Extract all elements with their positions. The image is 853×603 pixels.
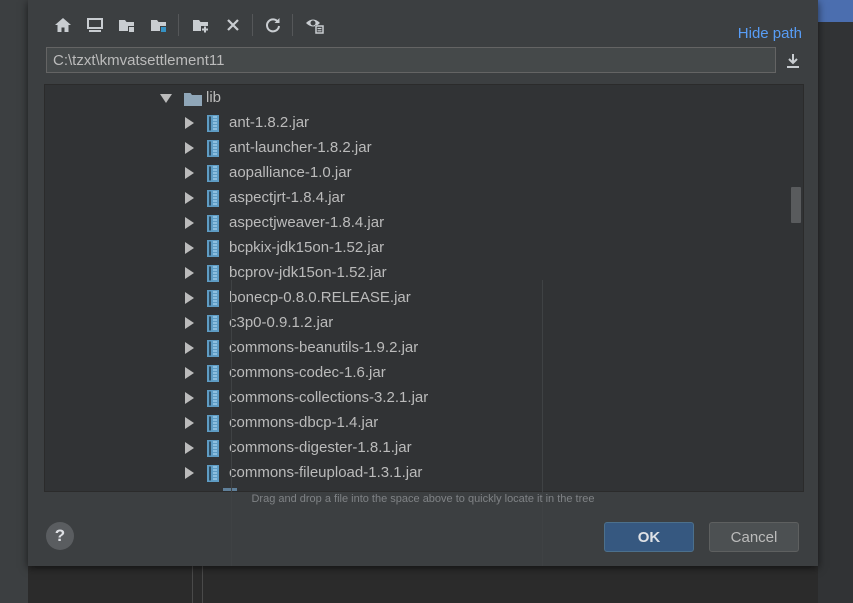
toolbar-separator bbox=[292, 14, 293, 36]
delete-icon[interactable] bbox=[220, 12, 246, 38]
tree-item-label: ant-1.8.2.jar bbox=[229, 114, 310, 131]
tree-scrollbar[interactable] bbox=[791, 187, 801, 223]
tree-item-label: bonecp-0.8.0.RELEASE.jar bbox=[229, 289, 411, 306]
tree-row[interactable]: commons-digester-1.8.1.jar bbox=[45, 435, 785, 460]
tree-row[interactable]: commons-dbcp-1.4.jar bbox=[45, 410, 785, 435]
tree-item-label: aspectjweaver-1.8.4.jar bbox=[229, 214, 385, 231]
jar-icon bbox=[206, 240, 222, 257]
expand-arrow-right-icon[interactable] bbox=[181, 185, 197, 210]
hide-path-link[interactable]: Hide path bbox=[738, 25, 802, 42]
jar-icon bbox=[206, 115, 222, 132]
background-divider bbox=[192, 566, 193, 603]
expand-arrow-right-icon[interactable] bbox=[181, 135, 197, 160]
jar-icon bbox=[206, 465, 222, 482]
jar-icon bbox=[206, 390, 222, 407]
jar-icon bbox=[206, 190, 222, 207]
tree-row[interactable]: aspectjweaver-1.8.4.jar bbox=[45, 210, 785, 235]
expand-arrow-right-icon[interactable] bbox=[181, 360, 197, 385]
expand-arrow-right-icon[interactable] bbox=[181, 260, 197, 285]
background-ide-right bbox=[818, 22, 853, 603]
ok-button[interactable]: OK bbox=[604, 522, 694, 552]
expand-arrow-right-icon[interactable] bbox=[181, 385, 197, 410]
tree-item-label: bcprov-jdk15on-1.52.jar bbox=[229, 264, 387, 281]
expand-arrow-right-icon[interactable] bbox=[181, 335, 197, 360]
tree-item-label: commons-fileupload-1.3.1.jar bbox=[229, 464, 423, 481]
tree-item-label: aopalliance-1.0.jar bbox=[229, 164, 352, 181]
tree-row[interactable]: commons-codec-1.6.jar bbox=[45, 360, 785, 385]
path-field[interactable]: C:\tzxt\kmvatsettlement11 bbox=[46, 47, 776, 73]
toolbar-separator bbox=[252, 14, 253, 36]
tree-item-label: commons-digester-1.8.1.jar bbox=[229, 439, 412, 456]
expand-arrow-right-icon[interactable] bbox=[181, 160, 197, 185]
partial-row-indicator bbox=[223, 488, 237, 491]
jar-icon bbox=[206, 290, 222, 307]
tree-row[interactable]: aopalliance-1.0.jar bbox=[45, 160, 785, 185]
tree-item-label: commons-collections-3.2.1.jar bbox=[229, 389, 429, 406]
tree-row[interactable]: commons-beanutils-1.9.2.jar bbox=[45, 335, 785, 360]
jar-icon bbox=[206, 265, 222, 282]
background-ide-selection bbox=[818, 0, 853, 22]
cancel-button[interactable]: Cancel bbox=[709, 522, 799, 552]
new-folder-icon[interactable] bbox=[188, 12, 214, 38]
home-icon[interactable] bbox=[50, 12, 76, 38]
tree-item-label: aspectjrt-1.8.4.jar bbox=[229, 189, 345, 206]
tree-row[interactable]: commons-collections-3.2.1.jar bbox=[45, 385, 785, 410]
jar-icon bbox=[206, 415, 222, 432]
tree-item-label: c3p0-0.9.1.2.jar bbox=[229, 314, 334, 331]
tree-folder-row[interactable]: lib bbox=[45, 85, 785, 110]
tree-row[interactable]: commons-fileupload-1.3.1.jar bbox=[45, 460, 785, 485]
tree-row[interactable]: ant-1.8.2.jar bbox=[45, 110, 785, 135]
tree-item-label: commons-codec-1.6.jar bbox=[229, 364, 386, 381]
background-divider bbox=[202, 566, 203, 603]
project-folder-icon[interactable] bbox=[114, 12, 140, 38]
tree-row[interactable]: aspectjrt-1.8.4.jar bbox=[45, 185, 785, 210]
tree-row[interactable]: ant-launcher-1.8.2.jar bbox=[45, 135, 785, 160]
jar-icon bbox=[206, 165, 222, 182]
jar-icon bbox=[206, 140, 222, 157]
desktop-icon[interactable] bbox=[82, 12, 108, 38]
expand-arrow-right-icon[interactable] bbox=[181, 460, 197, 485]
help-button[interactable]: ? bbox=[46, 522, 74, 550]
tree-item-label: bcpkix-jdk15on-1.52.jar bbox=[229, 239, 385, 256]
background-ide-bottom bbox=[28, 566, 818, 603]
expand-arrow-right-icon[interactable] bbox=[181, 235, 197, 260]
module-folder-icon[interactable] bbox=[146, 12, 172, 38]
show-hidden-files-icon[interactable] bbox=[302, 12, 328, 38]
drag-drop-hint: Drag and drop a file into the space abov… bbox=[251, 493, 595, 505]
refresh-icon[interactable] bbox=[260, 12, 286, 38]
toolbar-separator bbox=[178, 14, 179, 36]
expand-arrow-right-icon[interactable] bbox=[181, 310, 197, 335]
expand-arrow-down-icon[interactable] bbox=[158, 85, 174, 110]
jar-icon bbox=[206, 440, 222, 457]
tree-item-label: commons-beanutils-1.9.2.jar bbox=[229, 339, 419, 356]
tree-item-label: ant-launcher-1.8.2.jar bbox=[229, 139, 372, 156]
download-icon[interactable] bbox=[782, 50, 804, 72]
select-path-dialog: Hide path C:\tzxt\kmvatsettlement11 lib … bbox=[28, 0, 818, 566]
expand-arrow-right-icon[interactable] bbox=[181, 285, 197, 310]
path-row: C:\tzxt\kmvatsettlement11 bbox=[44, 46, 814, 76]
folder-icon bbox=[184, 90, 202, 106]
jar-icon bbox=[206, 340, 222, 357]
expand-arrow-right-icon[interactable] bbox=[181, 210, 197, 235]
tree-row[interactable]: bcprov-jdk15on-1.52.jar bbox=[45, 260, 785, 285]
jar-icon bbox=[206, 365, 222, 382]
background-ide-left bbox=[0, 0, 28, 603]
tree-row[interactable]: c3p0-0.9.1.2.jar bbox=[45, 310, 785, 335]
tree-row[interactable]: bcpkix-jdk15on-1.52.jar bbox=[45, 235, 785, 260]
tree-folder-label: lib bbox=[206, 89, 222, 106]
tree-item-label: commons-dbcp-1.4.jar bbox=[229, 414, 379, 431]
expand-arrow-right-icon[interactable] bbox=[181, 110, 197, 135]
jar-icon bbox=[206, 215, 222, 232]
jar-icon bbox=[206, 315, 222, 332]
file-tree[interactable]: lib ant-1.8.2.jar ant-launcher-1.8.2.jar a… bbox=[44, 84, 804, 492]
tree-row[interactable]: bonecp-0.8.0.RELEASE.jar bbox=[45, 285, 785, 310]
expand-arrow-right-icon[interactable] bbox=[181, 410, 197, 435]
toolbar: Hide path bbox=[44, 8, 818, 46]
expand-arrow-right-icon[interactable] bbox=[181, 435, 197, 460]
